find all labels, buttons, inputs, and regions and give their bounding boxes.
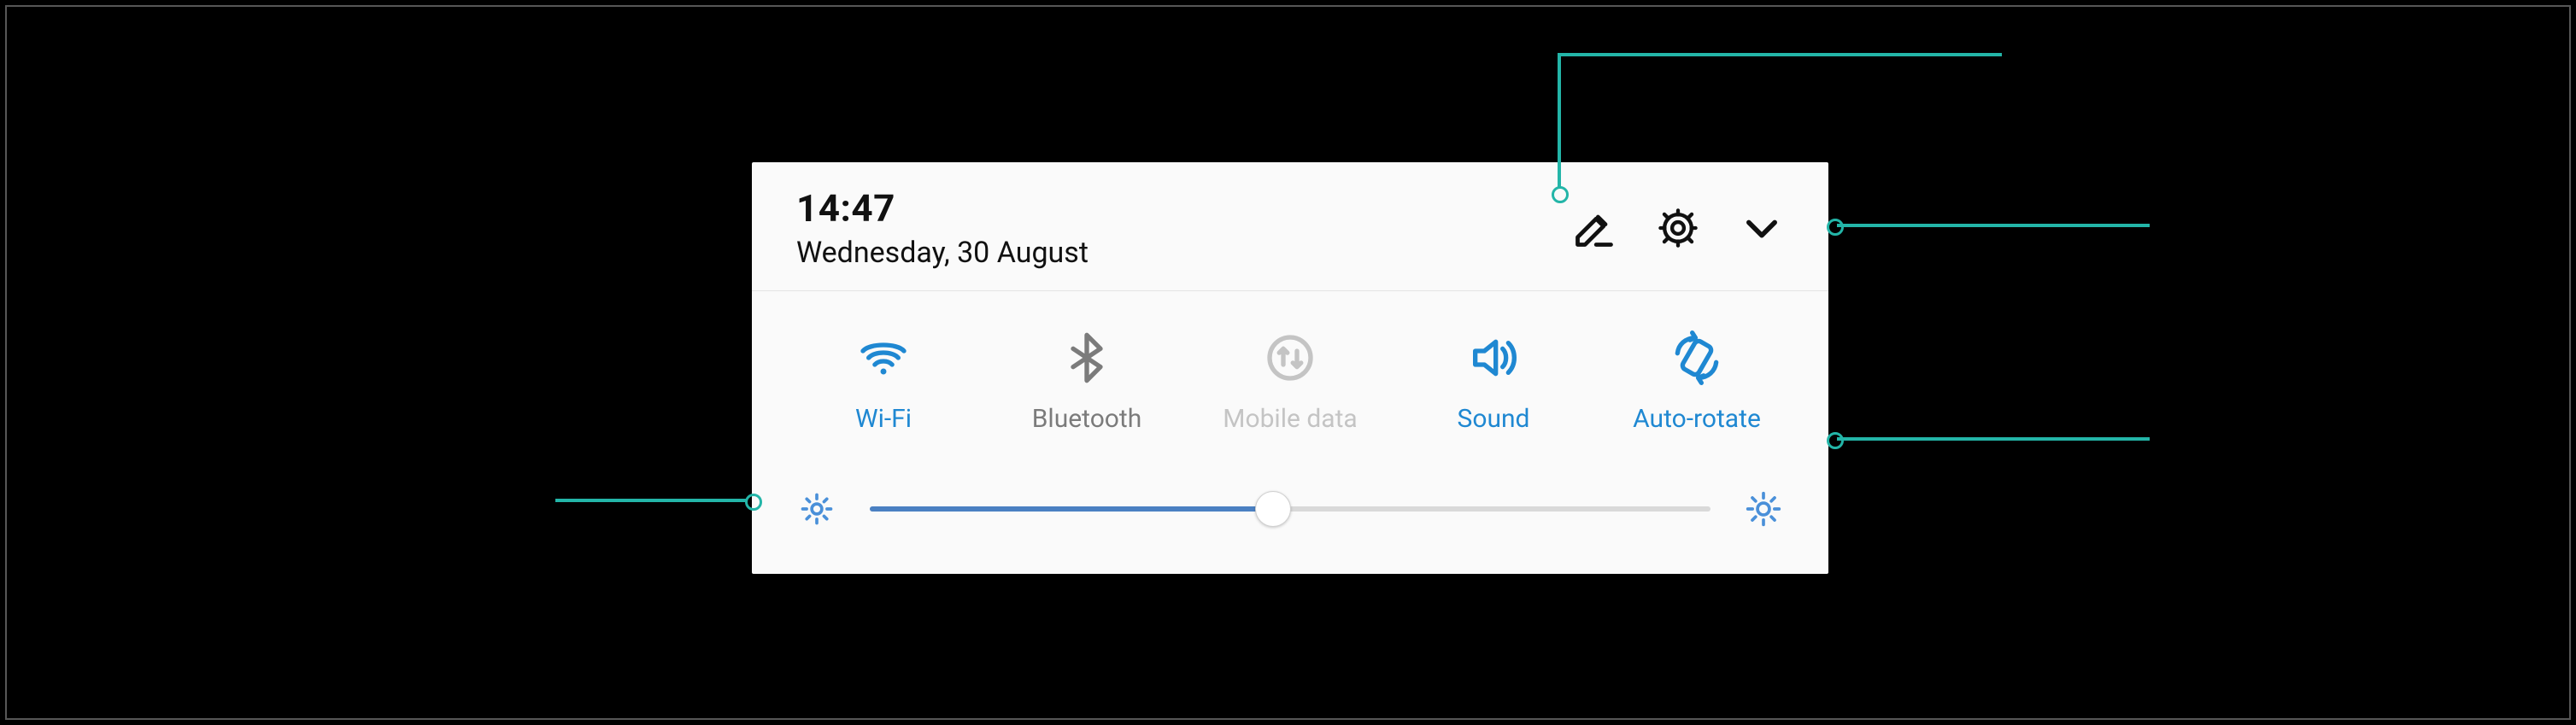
brightness-slider[interactable] [870, 492, 1710, 526]
header: 14:47 Wednesday, 30 August [752, 162, 1828, 291]
wifi-icon [856, 330, 911, 385]
tile-mobile-data[interactable]: Mobile data [1205, 330, 1376, 434]
header-icons [1572, 206, 1784, 250]
brightness-low-icon [798, 490, 836, 528]
brightness-row [752, 465, 1828, 574]
settings-icon[interactable] [1656, 206, 1700, 250]
tile-label: Bluetooth [1032, 404, 1142, 434]
edit-icon[interactable] [1572, 206, 1617, 250]
chevron-down-icon[interactable] [1740, 206, 1784, 250]
tiles-row: Wi-Fi Bluetooth Mobile data [752, 291, 1828, 465]
clock-time: 14:47 [796, 186, 1088, 231]
brightness-high-icon [1745, 490, 1782, 528]
quick-settings-panel: 14:47 Wednesday, 30 August [752, 162, 1828, 574]
tile-label: Auto-rotate [1633, 404, 1761, 434]
tile-wifi[interactable]: Wi-Fi [798, 330, 969, 434]
date-block: 14:47 Wednesday, 30 August [796, 186, 1088, 270]
clock-date: Wednesday, 30 August [796, 236, 1088, 270]
tile-label: Sound [1458, 404, 1530, 434]
mobile-data-icon [1263, 330, 1317, 385]
sound-icon [1466, 330, 1521, 385]
tile-sound[interactable]: Sound [1408, 330, 1579, 434]
bluetooth-icon [1059, 330, 1114, 385]
slider-fill [870, 506, 1273, 512]
auto-rotate-icon [1669, 330, 1724, 385]
tile-auto-rotate[interactable]: Auto-rotate [1611, 330, 1782, 434]
tile-label: Wi-Fi [855, 404, 912, 434]
tile-label: Mobile data [1223, 404, 1357, 434]
slider-thumb[interactable] [1255, 491, 1291, 527]
tile-bluetooth[interactable]: Bluetooth [1001, 330, 1172, 434]
